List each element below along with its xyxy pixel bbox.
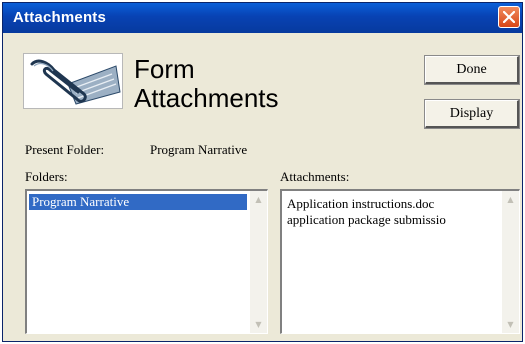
attachments-scrollbar[interactable]: ▲ ▼ — [502, 191, 519, 333]
attachments-dialog: Attachments Form Attachments Done Displa… — [2, 2, 523, 342]
window-title: Attachments — [13, 9, 107, 26]
scroll-down-arrow-icon[interactable]: ▼ — [250, 316, 267, 333]
folder-item-program-narrative[interactable]: Program Narrative — [28, 193, 248, 211]
scroll-up-arrow-icon[interactable]: ▲ — [250, 191, 267, 208]
close-button[interactable] — [498, 6, 520, 28]
title-bar[interactable]: Attachments — [3, 3, 522, 33]
attachments-listbox[interactable]: Application instructions.doc application… — [280, 189, 520, 334]
attachment-item[interactable]: Application instructions.doc — [287, 196, 434, 212]
attachment-item[interactable]: application package submissio — [287, 212, 446, 228]
heading-line-2: Attachments — [134, 83, 279, 113]
heading-line-1: Form — [134, 54, 195, 84]
folders-label: Folders: — [25, 169, 68, 184]
folders-scrollbar[interactable]: ▲ ▼ — [250, 191, 267, 333]
present-folder-label: Present Folder: — [25, 142, 105, 157]
paperclip-document-icon — [23, 53, 123, 109]
present-folder-value: Program Narrative — [150, 142, 248, 157]
scroll-up-arrow-icon[interactable]: ▲ — [502, 191, 519, 208]
display-button[interactable]: Display — [424, 99, 520, 129]
done-button[interactable]: Done — [424, 55, 520, 85]
close-icon — [503, 11, 515, 23]
attachments-label: Attachments: — [280, 169, 350, 184]
scroll-down-arrow-icon[interactable]: ▼ — [502, 316, 519, 333]
folders-listbox[interactable]: Program Narrative ▲ ▼ — [25, 189, 268, 334]
dialog-heading: Form Attachments — [134, 55, 279, 113]
